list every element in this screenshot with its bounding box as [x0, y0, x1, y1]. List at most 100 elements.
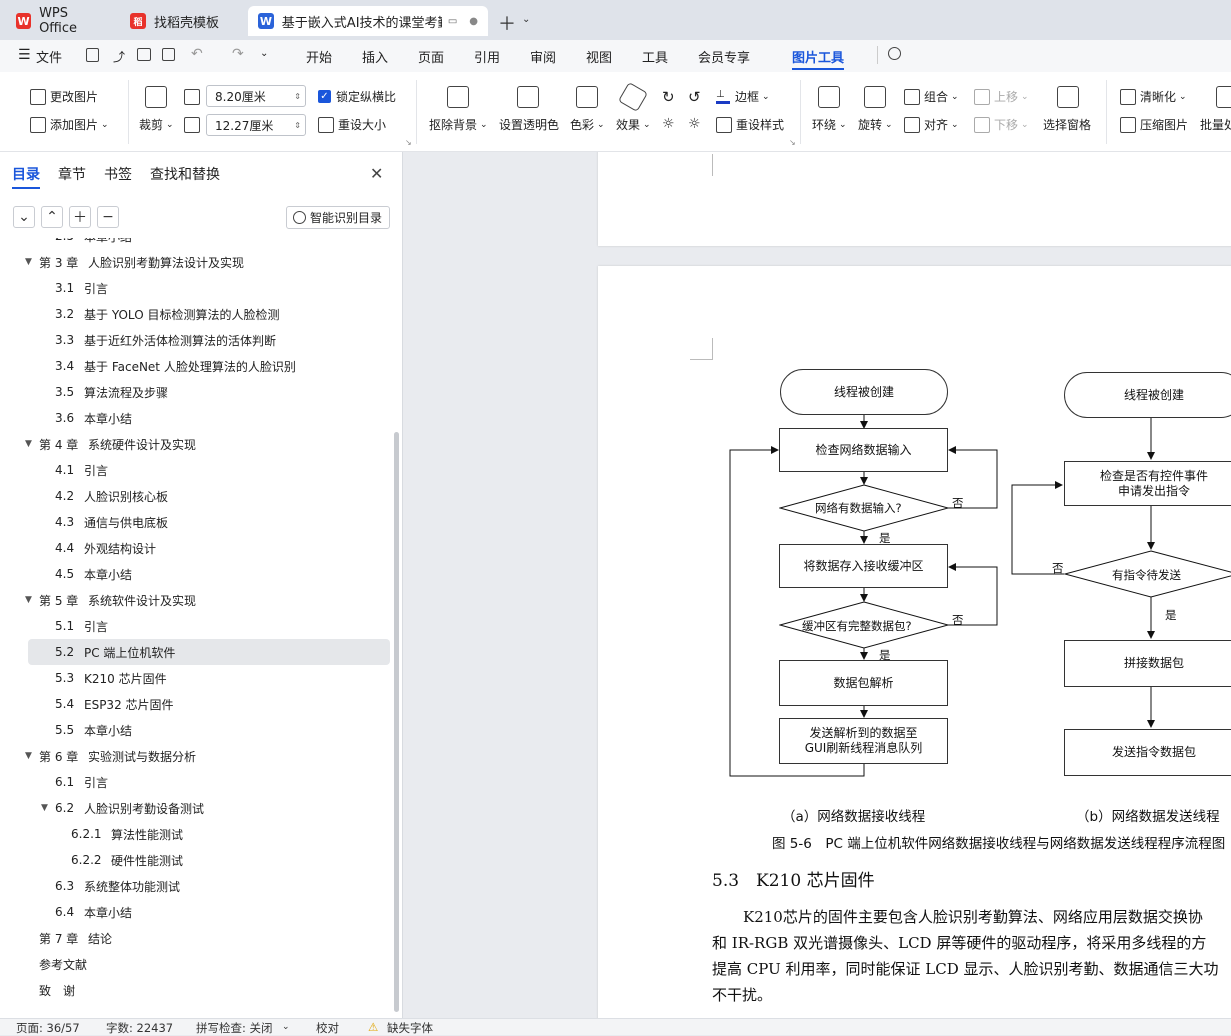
set-transparent-icon[interactable] — [517, 86, 539, 108]
reset-style-button[interactable]: 重设样式 — [716, 116, 784, 133]
tab-chapters[interactable]: 章节 — [58, 164, 86, 184]
toc-item[interactable]: 6.4 本章小结 — [0, 899, 395, 925]
toc-item[interactable]: 4.3 通信与供电底板 — [0, 509, 395, 535]
resize-button[interactable]: 重设大小 — [318, 116, 386, 133]
rotate-button[interactable]: 旋转 ⌄ — [858, 116, 893, 133]
toc-item[interactable]: 4.2 人脸识别核心板 — [0, 483, 395, 509]
border-button[interactable]: ⊥ 边框 ⌄ — [716, 88, 770, 105]
add-heading-button[interactable]: ＋ — [69, 206, 91, 228]
sidebar-scrollbar[interactable] — [394, 432, 399, 1012]
wrap-button[interactable]: 环绕 ⌄ — [812, 116, 847, 133]
group-button[interactable]: 组合 ⌄ — [904, 88, 959, 105]
menu-insert[interactable]: 插入 — [362, 47, 388, 66]
menu-review[interactable]: 审阅 — [530, 47, 556, 66]
toc-chapter[interactable]: ▼ 第 6 章实验测试与数据分析 — [0, 743, 395, 769]
effect-icon[interactable] — [617, 81, 649, 113]
redo-icon[interactable]: ↷ — [232, 46, 244, 62]
collapse-up-button[interactable]: ⌃ — [41, 206, 63, 228]
contrast-down-icon[interactable]: ☼ — [688, 116, 701, 132]
toc-item[interactable]: 4.5 本章小结 — [0, 561, 395, 587]
save-icon[interactable] — [86, 48, 99, 62]
expand-arrow-icon[interactable]: ▼ — [25, 439, 32, 449]
brightness-up-icon[interactable]: ↻ — [662, 88, 675, 106]
lock-ratio-checkbox[interactable]: ✓ 锁定纵横比 — [318, 88, 396, 105]
menu-tools[interactable]: 工具 — [642, 47, 668, 66]
width-input[interactable]: 8.20厘米 ⇕ — [206, 85, 306, 107]
expand-arrow-icon[interactable]: ▼ — [25, 595, 32, 605]
color-icon[interactable] — [576, 86, 598, 108]
align-button[interactable]: 对齐 ⌄ — [904, 116, 959, 133]
remove-background-button[interactable]: 抠除背景 ⌄ — [429, 116, 488, 133]
compress-image-button[interactable]: 压缩图片 — [1120, 116, 1188, 133]
toc-chapter[interactable]: 致 谢 — [0, 977, 395, 1003]
proofread-button[interactable]: 校对 — [316, 1020, 339, 1036]
wrap-icon[interactable] — [818, 86, 840, 108]
toc-item[interactable]: 2.5 本章小结 — [0, 238, 395, 249]
crop-button[interactable]: 裁剪 ⌄ — [139, 116, 174, 133]
toc-item[interactable]: 5.3 K210 芯片固件 — [0, 665, 395, 691]
close-icon[interactable]: ✕ — [370, 164, 383, 183]
tab-bookmarks[interactable]: 书签 — [104, 164, 132, 184]
toc-item[interactable]: 3.6 本章小结 — [0, 405, 395, 431]
toc-chapter[interactable]: 参考文献 — [0, 951, 395, 977]
toc-item[interactable]: 5.1 引言 — [0, 613, 395, 639]
word-count[interactable]: 字数: 22437 — [106, 1020, 173, 1036]
dialog-launcher-icon[interactable]: ↘ — [405, 138, 412, 147]
tab-wps-office[interactable]: W WPS Office — [6, 6, 116, 36]
toc-item[interactable]: 3.1 引言 — [0, 275, 395, 301]
toc-item[interactable]: 6.3 系统整体功能测试 — [0, 873, 395, 899]
toc-item[interactable]: 3.4 基于 FaceNet 人脸处理算法的人脸识别 — [0, 353, 395, 379]
crop-icon[interactable] — [145, 86, 167, 108]
search-icon[interactable] — [888, 47, 901, 60]
toc-item[interactable]: 6.2.2 硬件性能测试 — [0, 847, 395, 873]
menu-home[interactable]: 开始 — [306, 47, 332, 66]
selection-pane-icon[interactable] — [1057, 86, 1079, 108]
spell-check-chevron-icon[interactable]: ⌄ — [282, 1022, 290, 1032]
expand-arrow-icon[interactable]: ▼ — [41, 803, 48, 813]
menu-view[interactable]: 视图 — [586, 47, 612, 66]
batch-process-icon[interactable] — [1216, 86, 1231, 108]
print-preview-icon[interactable] — [162, 48, 175, 61]
tab-find-replace[interactable]: 查找和替换 — [150, 164, 220, 184]
smart-toc-button[interactable]: 智能识别目录 — [286, 206, 390, 229]
toc-item[interactable]: 3.5 算法流程及步骤 — [0, 379, 395, 405]
height-input[interactable]: 12.27厘米 ⇕ — [206, 114, 306, 136]
toc-item[interactable]: 5.5 本章小结 — [0, 717, 395, 743]
collapse-down-button[interactable]: ⌄ — [13, 206, 35, 228]
missing-font-button[interactable]: 缺失字体 — [387, 1020, 433, 1036]
toc-chapter[interactable]: ▼ 第 5 章系统软件设计及实现 — [0, 587, 395, 613]
menu-picture-tools[interactable]: 图片工具 — [792, 47, 845, 70]
set-transparent-button[interactable]: 设置透明色 — [499, 116, 559, 133]
hamburger-icon[interactable]: ☰ — [18, 47, 31, 63]
spell-check-status[interactable]: 拼写检查: 关闭 — [196, 1020, 273, 1036]
quick-access-chevron-icon[interactable]: ⌄ — [260, 48, 268, 59]
toc-item[interactable]: 6.2.1 算法性能测试 — [0, 821, 395, 847]
menu-member[interactable]: 会员专享 — [698, 47, 750, 66]
contrast-up-icon[interactable]: ☼ — [662, 116, 675, 132]
send-backward-button[interactable]: 下移 ⌄ — [974, 116, 1029, 133]
tab-docer-template[interactable]: 稻 找稻壳模板 — [120, 6, 244, 36]
rotate-icon[interactable] — [864, 86, 886, 108]
toc-item[interactable]: 6.1 引言 — [0, 769, 395, 795]
tab-list-chevron-icon[interactable]: ⌄ — [522, 14, 530, 25]
selection-pane-button[interactable]: 选择窗格 — [1043, 116, 1091, 133]
toc-item[interactable]: 5.4 ESP32 芯片固件 — [0, 691, 395, 717]
expand-arrow-icon[interactable]: ▼ — [25, 257, 32, 267]
batch-process-button[interactable]: 批量处 — [1200, 116, 1231, 133]
toc-chapter[interactable]: ▼ 第 4 章系统硬件设计及实现 — [0, 431, 395, 457]
expand-arrow-icon[interactable]: ▼ — [25, 751, 32, 761]
dialog-launcher-icon[interactable]: ↘ — [789, 138, 796, 147]
toc-item[interactable]: 3.2 基于 YOLO 目标检测算法的人脸检测 — [0, 301, 395, 327]
menu-file[interactable]: 文件 — [36, 47, 62, 66]
brightness-down-icon[interactable]: ↺ — [688, 88, 701, 106]
add-image-button[interactable]: 添加图片 ⌄ — [30, 116, 109, 133]
change-image-button[interactable]: 更改图片 — [30, 88, 98, 105]
menu-references[interactable]: 引用 — [474, 47, 500, 66]
toc-item[interactable]: 4.1 引言 — [0, 457, 395, 483]
color-button[interactable]: 色彩 ⌄ — [570, 116, 605, 133]
page-indicator[interactable]: 页面: 36/57 — [16, 1020, 80, 1036]
toc-item[interactable]: ▼ 6.2 人脸识别考勤设备测试 — [0, 795, 395, 821]
print-icon[interactable] — [137, 48, 151, 61]
unsaved-dot-icon[interactable]: ● — [469, 16, 478, 27]
effect-button[interactable]: 效果 ⌄ — [616, 116, 651, 133]
